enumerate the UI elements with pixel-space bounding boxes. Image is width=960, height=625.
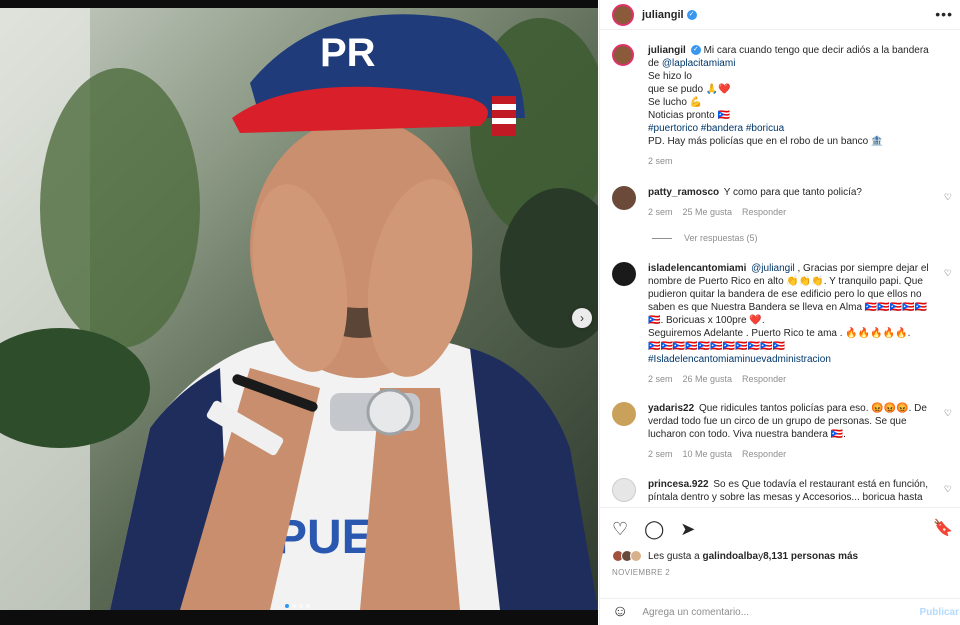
reply-button[interactable]: Responder	[742, 374, 786, 384]
comment-composer: ☺ Publicar	[600, 598, 960, 625]
header-username[interactable]: juliangil	[642, 9, 684, 21]
caption-line: Noticias pronto 🇵🇷	[648, 110, 730, 121]
comments-list[interactable]: juliangil ✓ Mi cara cuando tengo que deci…	[600, 36, 960, 502]
avatar[interactable]	[612, 44, 634, 66]
avatar[interactable]	[612, 186, 636, 210]
avatar[interactable]	[612, 3, 634, 26]
comment-username[interactable]: princesa.922	[648, 479, 709, 490]
carousel-dots	[285, 604, 310, 608]
emoji-smiley-icon[interactable]: ☺	[612, 603, 628, 621]
comment-username[interactable]: isladelencantomiami	[648, 263, 746, 274]
likes-count-link[interactable]: 8,131 personas más	[763, 551, 858, 562]
comment-mention-link[interactable]: @juliangil	[751, 263, 795, 274]
save-bookmark-icon[interactable]: 🔖	[933, 518, 953, 538]
post-header: juliangil ✓ •••	[600, 0, 960, 30]
comment-item: patty_ramosco Y como para que tanto poli…	[612, 186, 952, 217]
post-date[interactable]: NOVIEMBRE 2	[612, 568, 949, 577]
view-replies-link[interactable]: Ver respuestas (5)	[652, 233, 758, 243]
comment-item: princesa.922 So es Que todavía el restau…	[612, 478, 952, 502]
liker-avatar	[630, 550, 642, 562]
photo-illustration: PUE PR	[0, 8, 598, 610]
comment-time[interactable]: 2 sem	[648, 374, 673, 384]
comment-time[interactable]: 2 sem	[648, 207, 673, 217]
comment-likes[interactable]: 10 Me gusta	[683, 449, 733, 459]
comment-input[interactable]	[642, 606, 893, 618]
more-options-icon[interactable]: •••	[935, 6, 953, 22]
comment-likes[interactable]: 26 Me gusta	[683, 374, 733, 384]
carousel-dot[interactable]	[306, 604, 310, 608]
post-side-panel: juliangil ✓ ••• juliangil ✓ Mi cara cuand…	[599, 0, 960, 625]
post-modal: PUE PR › juliangil ✓ ••• juliangil ✓ Mi …	[0, 0, 960, 625]
comment-likes[interactable]: 25 Me gusta	[683, 207, 733, 217]
comment-text: Seguiremos Adelante . Puerto Rico te ama…	[648, 328, 911, 339]
next-photo-button[interactable]: ›	[572, 308, 592, 328]
caption-ps: PD. Hay más policías que en el robo de u…	[648, 136, 884, 147]
avatar[interactable]	[612, 402, 636, 426]
comment-item: isladelencantomiami @juliangil , Gracias…	[612, 262, 952, 384]
like-heart-icon[interactable]: ♡	[612, 519, 628, 540]
verified-badge-icon: ✓	[686, 9, 697, 20]
caption-line: que se pudo 🙏❤️	[648, 84, 731, 95]
likes-prefix: Les gusta a	[648, 550, 700, 562]
comment-time[interactable]: 2 sem	[648, 449, 673, 459]
likes-user-link[interactable]: galindoalba	[703, 551, 759, 562]
like-comment-heart-icon[interactable]: ♡	[944, 484, 952, 495]
caption-line: Se lucho 💪	[648, 97, 703, 108]
caption-hashtags[interactable]: #puertorico #bandera #boricua	[648, 122, 942, 135]
verified-badge-icon: ✓	[690, 45, 701, 56]
carousel-dot[interactable]	[299, 604, 303, 608]
caption-username[interactable]: juliangil	[648, 45, 686, 56]
comment-bubble-icon[interactable]: ◯	[644, 519, 664, 540]
caption-line: Se hizo lo	[648, 71, 692, 82]
caption-mention-link[interactable]: @laplacitamiami	[662, 58, 736, 69]
like-comment-heart-icon[interactable]: ♡	[944, 408, 952, 419]
share-paper-plane-icon[interactable]: ➤	[680, 519, 695, 540]
publish-button[interactable]: Publicar	[920, 607, 959, 618]
cap-logo-text: PR	[320, 31, 376, 75]
view-replies-label: Ver respuestas (5)	[684, 233, 758, 243]
photo-top-border	[0, 0, 598, 8]
carousel-dot[interactable]	[285, 604, 289, 608]
comment-username[interactable]: yadaris22	[648, 403, 694, 414]
reply-button[interactable]: Responder	[742, 449, 786, 459]
replies-divider	[652, 237, 672, 239]
comment-text: 🇵🇷🇵🇷🇵🇷🇵🇷🇵🇷🇵🇷🇵🇷🇵🇷🇵🇷🇵🇷🇵🇷	[648, 341, 785, 352]
avatar[interactable]	[612, 478, 636, 502]
likes-summary[interactable]: Les gusta a galindoalba y 8,131 personas…	[612, 550, 949, 562]
like-comment-heart-icon[interactable]: ♡	[944, 268, 952, 279]
carousel-dot[interactable]	[292, 604, 296, 608]
avatar[interactable]	[612, 262, 636, 286]
photo-bottom-border	[0, 610, 598, 625]
comment-text: Y como para que tanto policía?	[723, 187, 862, 198]
like-comment-heart-icon[interactable]: ♡	[944, 192, 952, 203]
reply-button[interactable]: Responder	[742, 207, 786, 217]
post-photo[interactable]: PUE PR ›	[0, 8, 598, 610]
caption: juliangil ✓ Mi cara cuando tengo que deci…	[612, 44, 942, 166]
comment-item: yadaris22 Que ridicules tantos policías …	[612, 402, 952, 459]
comment-hashtag[interactable]: #Isladelencantomiaminuevadministracion	[648, 353, 942, 366]
caption-time[interactable]: 2 sem	[648, 156, 673, 166]
post-actions: ♡ ◯ ➤ 🔖 Les gusta a galindoalba y 8,131 …	[600, 507, 960, 577]
comment-username[interactable]: patty_ramosco	[648, 187, 719, 198]
